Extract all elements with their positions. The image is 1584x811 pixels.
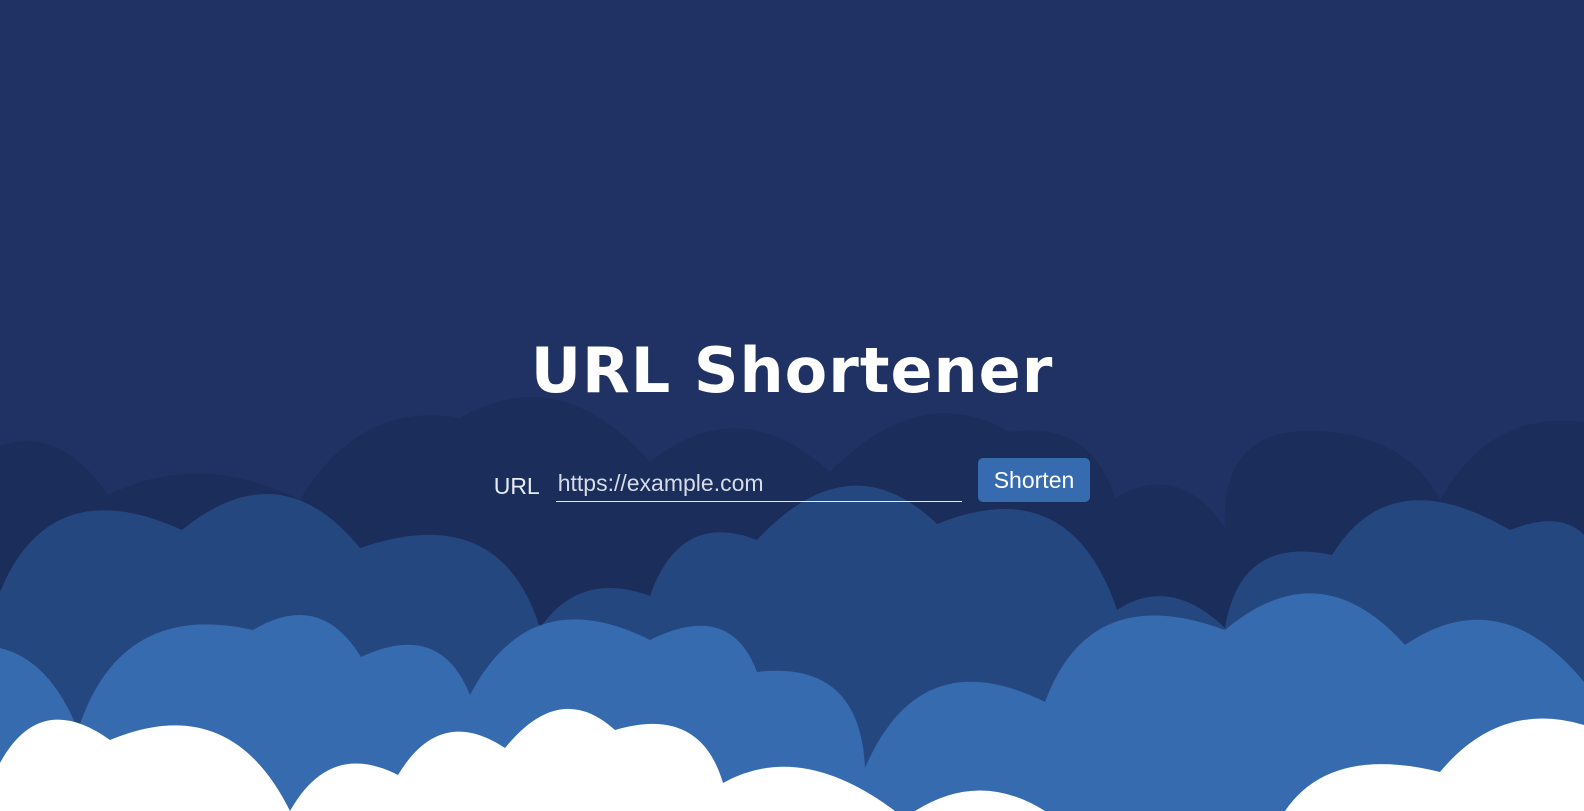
page-title: URL Shortener: [530, 334, 1054, 407]
url-input[interactable]: [555, 465, 962, 502]
page: URL Shortener URL Shorten: [0, 0, 1584, 811]
shorten-button[interactable]: Shorten: [977, 458, 1091, 502]
shorten-form: URL Shorten: [0, 458, 1584, 502]
url-label: URL: [493, 473, 540, 499]
